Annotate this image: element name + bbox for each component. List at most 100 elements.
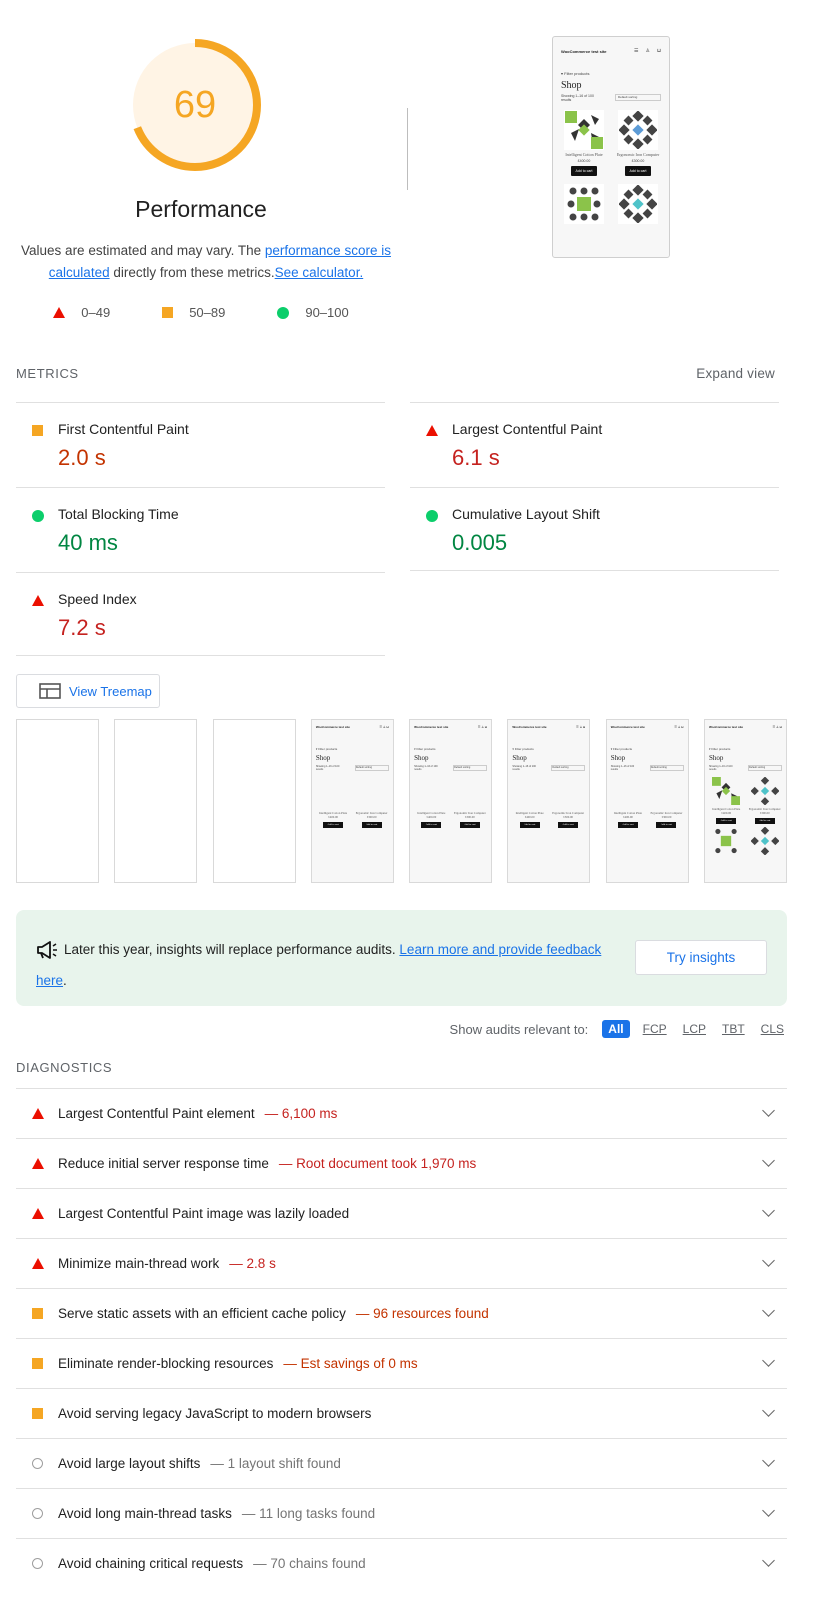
fs-header-icons: ☰ ♙ ⊔ [634, 48, 661, 54]
fr-product-price: £300.00 [759, 811, 770, 815]
fs-product [615, 184, 661, 224]
product-image [564, 110, 604, 150]
chevron-down-icon[interactable] [762, 1254, 775, 1267]
filter-chip-tbt[interactable]: TBT [719, 1021, 748, 1037]
insights-banner: Later this year, insights will replace p… [16, 910, 787, 1006]
chevron-down-icon[interactable] [762, 1204, 775, 1217]
fr-product-grid: Intelligent Cotton Plate £400.00 Add to ca… [611, 811, 684, 828]
score-legend: 0–49 50–89 90–100 [0, 305, 402, 320]
audit-item[interactable]: Largest Contentful Paint element — 6,100 … [16, 1088, 787, 1138]
filmstrip-frame[interactable]: WooCommerce test site ☰ ♙ ⊔ ▾ Filter produ… [703, 719, 787, 883]
audit-item[interactable]: Avoid serving legacy JavaScript to moder… [16, 1388, 787, 1438]
fs-product: Ergonomic Iron Computer £300.00 Add to c… [615, 110, 661, 176]
audit-detail: — Est savings of 0 ms [283, 1356, 418, 1371]
filter-chip-fcp[interactable]: FCP [640, 1021, 670, 1037]
fr-filter: ▾ Filter products [708, 747, 731, 751]
fs-site-title: WooCommerce test site [561, 48, 607, 54]
try-insights-button[interactable]: Try insights [635, 940, 767, 975]
view-treemap-button[interactable]: View Treemap [16, 674, 160, 708]
audit-detail: — 1 layout shift found [210, 1456, 341, 1471]
audit-item[interactable]: Serve static assets with an efficient ca… [16, 1288, 787, 1338]
fs-site-header: WooCommerce test site ☰ ♙ ⊔ [561, 43, 661, 59]
metric-value: 40 ms [58, 530, 118, 555]
audit-title: Largest Contentful Paint element [58, 1106, 255, 1121]
audit-title: Eliminate render-blocking resources [58, 1356, 274, 1371]
performance-description: Values are estimated and may vary. The p… [10, 240, 402, 284]
audit-item[interactable]: Eliminate render-blocking resources — Est… [16, 1338, 787, 1388]
fr-shop-title: Shop [315, 754, 331, 762]
fr-filter-label: Filter products [514, 747, 534, 751]
fr-add-to-cart: Add to cart [716, 818, 737, 824]
audit-item[interactable]: Reduce initial server response time — Roo… [16, 1138, 787, 1188]
filmstrip-frame-blank[interactable] [16, 719, 99, 883]
fr-product: Ergonomic Iron Computer £300.00 Add to car… [551, 811, 586, 828]
chevron-down-icon[interactable] [762, 1554, 775, 1567]
final-screenshot[interactable]: WooCommerce test site ☰ ♙ ⊔ ▾ Filter produ… [552, 36, 670, 258]
chevron-down-icon[interactable] [762, 1154, 775, 1167]
metric-value: 7.2 s [58, 615, 106, 640]
metrics-header: METRICS [16, 366, 79, 381]
fr-add-to-cart: Add to cart [421, 822, 442, 828]
chevron-down-icon[interactable] [762, 1404, 775, 1417]
filter-chip-cls[interactable]: CLS [758, 1021, 787, 1037]
filter-label: Show audits relevant to: [449, 1021, 589, 1037]
fr-results: Showing 1–16 of 100 results [315, 765, 340, 771]
filmstrip-frame[interactable]: WooCommerce test site ☰ ♙ ⊔ ▾ Filter produ… [605, 719, 689, 883]
fr-site-title: WooCommerce test site [512, 725, 547, 729]
filter-chip-all[interactable]: All [602, 1020, 630, 1038]
divider [410, 570, 779, 571]
metric-label: Speed Index [58, 591, 137, 607]
circle-icon [32, 510, 44, 522]
chevron-down-icon[interactable] [762, 1504, 775, 1517]
treemap-icon [39, 683, 61, 699]
fs-product [561, 184, 607, 224]
audit-title: Largest Contentful Paint image was lazil… [58, 1206, 350, 1221]
insights-text: Later this year, insights will replace p… [36, 934, 616, 996]
expand-view-toggle[interactable]: Expand view [696, 366, 775, 381]
audit-item[interactable]: Minimize main-thread work — 2.8 s [16, 1238, 787, 1288]
fr-product: Ergonomic Iron Computer £300.00 Add to car… [649, 811, 684, 828]
fr-header-icons: ☰ ♙ ⊔ [772, 725, 782, 729]
audit-item[interactable]: Largest Contentful Paint image was lazil… [16, 1188, 787, 1238]
fr-results: Showing 1–16 of 100 results [708, 765, 733, 771]
audit-item[interactable]: Avoid long main-thread tasks — 11 long ta… [16, 1488, 787, 1538]
filmstrip-frame[interactable]: WooCommerce test site ☰ ♙ ⊔ ▾ Filter produ… [507, 719, 591, 883]
filmstrip-frame-blank[interactable] [212, 719, 296, 883]
see-calculator-link[interactable]: See calculator. [275, 265, 364, 280]
chevron-down-icon[interactable] [762, 1104, 775, 1117]
circle-icon [277, 306, 290, 319]
fr-product: Ergonomic Iron Computer £300.00 Add to car… [747, 777, 782, 824]
filmstrip-frame-blank[interactable] [114, 719, 198, 883]
filter-chip-lcp[interactable]: LCP [680, 1021, 709, 1037]
chevron-down-icon[interactable] [762, 1454, 775, 1467]
filmstrip-frame[interactable]: WooCommerce test site ☰ ♙ ⊔ ▾ Filter produ… [409, 719, 493, 883]
chevron-down-icon[interactable] [762, 1354, 775, 1367]
audit-title: Avoid serving legacy JavaScript to moder… [58, 1406, 372, 1421]
fr-results: Showing 1–16 of 100 results [610, 765, 635, 771]
metric-label: First Contentful Paint [58, 421, 189, 437]
diagnostics-list: Largest Contentful Paint element — 6,100 … [16, 1088, 787, 1588]
triangle-icon [53, 307, 66, 318]
fr-product-grid: Intelligent Cotton Plate £400.00 Add to ca… [512, 811, 585, 828]
fr-site-title: WooCommerce test site [414, 725, 449, 729]
audit-item[interactable]: Avoid large layout shifts — 1 layout shif… [16, 1438, 787, 1488]
fr-product-grid: Intelligent Cotton Plate £400.00 Add to ca… [709, 777, 782, 857]
fs-product-name: Ergonomic Iron Computer [616, 152, 660, 157]
chevron-down-icon[interactable] [762, 1304, 775, 1317]
fr-header-icons: ☰ ♙ ⊔ [575, 725, 586, 729]
filmstrip-frame[interactable]: WooCommerce test site ☰ ♙ ⊔ ▾ Filter produ… [310, 719, 394, 883]
fr-results-row: Showing 1–16 of 100 results Default sorti… [709, 765, 782, 771]
fr-site-title: WooCommerce test site [315, 725, 350, 729]
fr-site-header: WooCommerce test site ☰ ♙ ⊔ [611, 725, 684, 735]
fr-product-price: £400.00 [328, 815, 338, 819]
audit-item[interactable]: Avoid chaining critical requests — 70 cha… [16, 1538, 787, 1588]
cart-icon: ⊔ [657, 48, 661, 54]
fs-product-name: Intelligent Cotton Plate [565, 152, 603, 157]
fs-add-to-cart: Add to cart [571, 166, 597, 176]
audit-title: Avoid large layout shifts [58, 1456, 201, 1471]
audit-title: Serve static assets with an efficient ca… [58, 1306, 346, 1321]
treemap-label: View Treemap [69, 683, 152, 699]
fr-results-row: Showing 1–16 of 100 results Default sorti… [414, 765, 488, 771]
audit-detail: — 2.8 s [229, 1256, 276, 1271]
fr-add-to-cart: Add to cart [459, 822, 480, 828]
